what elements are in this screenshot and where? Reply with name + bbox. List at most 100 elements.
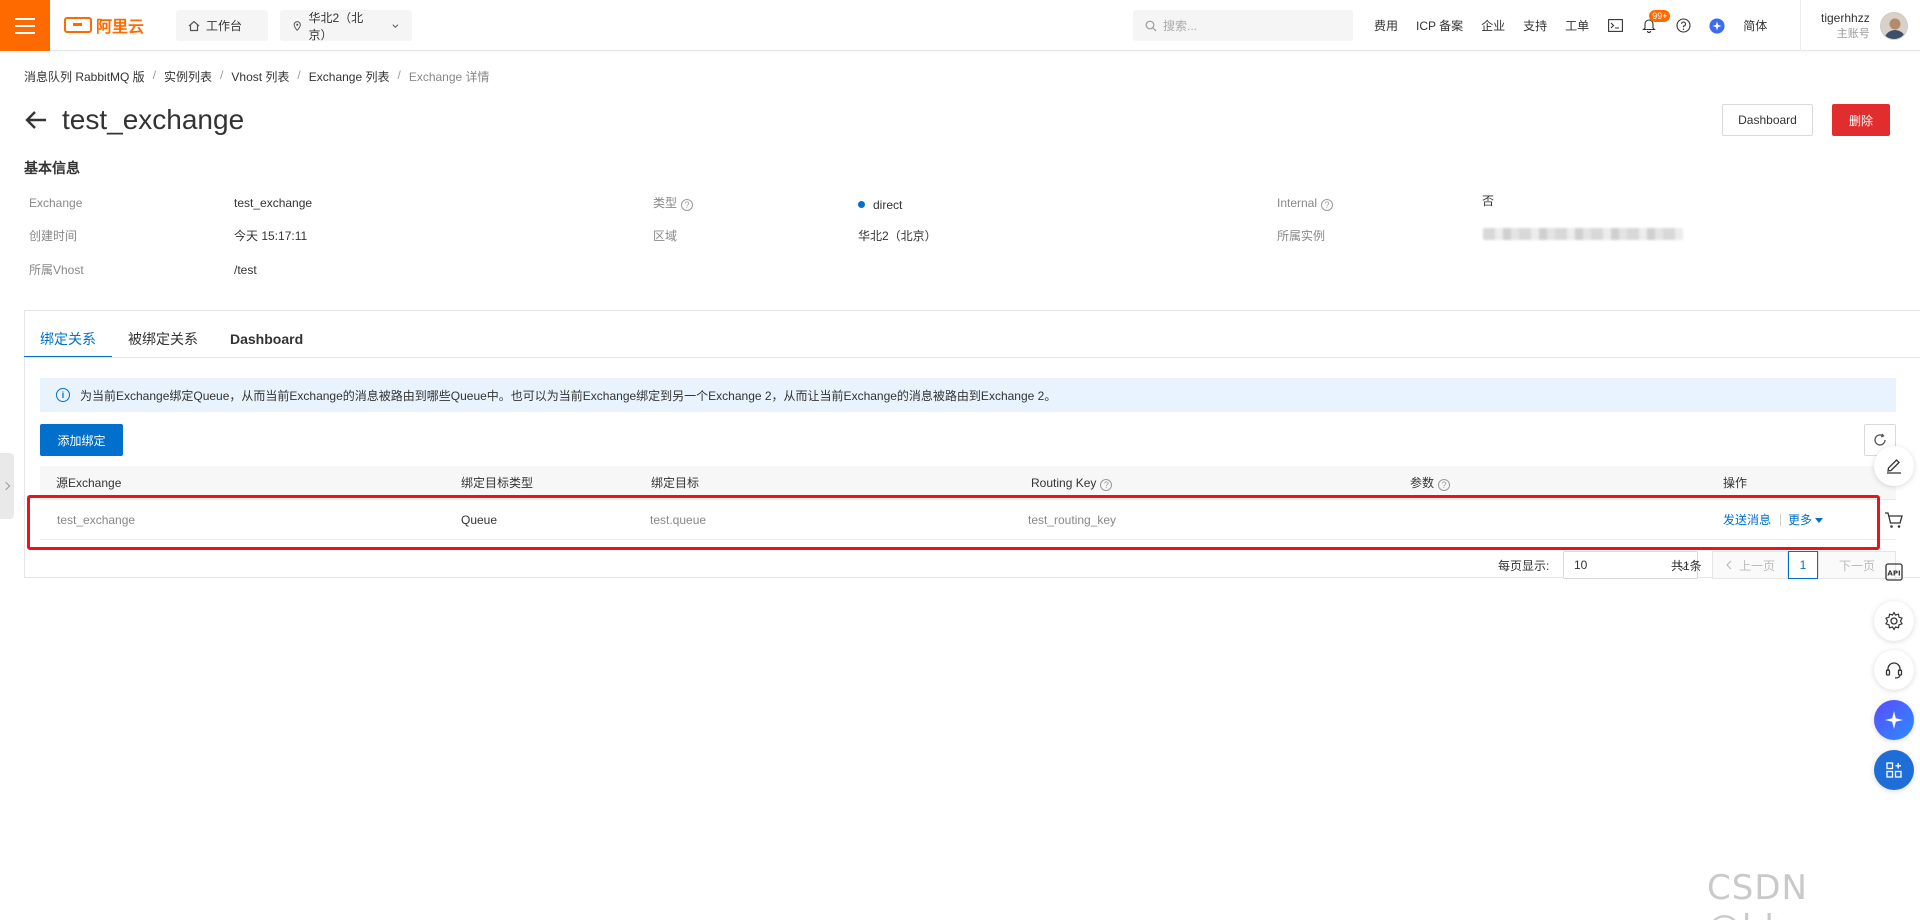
current-page-button[interactable]: 1 (1788, 551, 1818, 579)
send-message-link[interactable]: 发送消息 (1723, 500, 1771, 540)
info-internal-value: 否 (1482, 194, 1495, 208)
region-selector[interactable]: 华北2（北京） (280, 10, 412, 42)
prev-page-label: 上一页 (1738, 558, 1775, 573)
breadcrumb-separator: / (297, 68, 301, 82)
breadcrumb-item-current: Exchange 详情 (408, 70, 490, 84)
info-exchange-label: Exchange (29, 196, 83, 210)
hamburger-menu-button[interactable] (0, 0, 50, 51)
alert-text: 为当前Exchange绑定Queue，从而当前Exchange的消息被路由到哪些… (80, 388, 1057, 403)
info-region-label: 区域 (653, 229, 678, 243)
dashboard-button[interactable]: Dashboard (1722, 104, 1813, 136)
aliyun-logo[interactable]: 阿里云 (64, 14, 144, 36)
help-icon[interactable] (1675, 18, 1691, 34)
search-placeholder: 搜索... (1163, 19, 1198, 33)
menu-icon-line (15, 31, 35, 34)
user-info: tigerhhzz 主账号 (1821, 10, 1870, 42)
next-page-label: 下一页 (1838, 558, 1875, 573)
nav-link-ticket[interactable]: 工单 (1565, 17, 1589, 34)
table-header: 源Exchange 绑定目标类型 绑定目标 Routing Key? 参数? 操… (40, 466, 1896, 500)
headset-icon (1885, 662, 1903, 679)
edit-icon (1887, 459, 1901, 474)
settings-button[interactable] (1874, 601, 1914, 641)
location-pin-icon (293, 20, 301, 31)
breadcrumb-separator: / (220, 68, 224, 82)
cell-routing-key: test_routing_key (1028, 513, 1117, 527)
info-created-value: 今天 15:17:11 (234, 229, 308, 243)
svg-text:API: API (1887, 570, 1900, 578)
column-header-actions: 操作 (1723, 476, 1748, 490)
user-account-menu[interactable]: tigerhhzz 主账号 (1800, 0, 1908, 51)
user-role: 主账号 (1836, 27, 1870, 40)
nav-link-icp[interactable]: ICP 备案 (1416, 17, 1463, 34)
feedback-edit-button[interactable] (1874, 446, 1914, 486)
prev-page-button[interactable]: 上一页 (1712, 551, 1788, 579)
nav-link-billing[interactable]: 费用 (1374, 17, 1398, 34)
notification-bell-icon[interactable]: 99+ (1641, 9, 1671, 34)
caret-down-icon (1815, 518, 1824, 523)
tab-divider (24, 357, 1920, 358)
app-grid-button[interactable] (1874, 750, 1914, 790)
nav-link-enterprise[interactable]: 企业 (1481, 17, 1505, 34)
info-vhost-label: 所属Vhost (29, 263, 84, 277)
delete-button[interactable]: 删除 (1832, 104, 1890, 136)
instance-id-redacted (1483, 228, 1683, 240)
info-instance-label: 所属实例 (1277, 229, 1326, 243)
column-header-target: 绑定目标 (651, 476, 700, 490)
help-tooltip-icon[interactable]: ? (1321, 199, 1334, 211)
workbench-button[interactable]: 工作台 (176, 10, 268, 41)
column-header-routing-key: Routing Key? (1031, 466, 1113, 500)
language-switch[interactable]: 简体 (1743, 17, 1767, 34)
breadcrumb-item-rabbitmq[interactable]: 消息队列 RabbitMQ 版 (24, 68, 145, 85)
help-tooltip-icon[interactable]: ? (681, 199, 694, 211)
terminal-icon[interactable] (1607, 18, 1623, 34)
info-icon: i (56, 388, 70, 402)
breadcrumb-item-exchanges[interactable]: Exchange 列表 (309, 68, 390, 85)
menu-icon-line (15, 17, 35, 20)
page-title: test_exchange (62, 104, 245, 135)
tab-bindings[interactable]: 绑定关系 (24, 324, 112, 358)
total-count: 共1条 (1671, 558, 1702, 573)
ai-assistant-icon[interactable] (1709, 17, 1725, 34)
info-vhost-value: /test (234, 263, 257, 277)
watermark-text: CSDN @hhzz (1707, 868, 1824, 920)
chevron-down-icon (392, 23, 399, 28)
customer-service-button[interactable] (1874, 650, 1914, 690)
help-tooltip-icon[interactable]: ? (1438, 479, 1451, 491)
back-arrow-icon[interactable] (24, 107, 50, 133)
info-exchange-value: test_exchange (234, 196, 313, 210)
column-header-target-type: 绑定目标类型 (461, 476, 534, 490)
breadcrumb-separator: / (397, 68, 401, 82)
cart-button[interactable] (1874, 500, 1914, 540)
cell-target: test.queue (650, 513, 707, 527)
column-header-source: 源Exchange (56, 476, 122, 490)
menu-icon-line (15, 24, 35, 27)
info-type-label: 类型? (653, 193, 694, 213)
aliyun-logo-icon (64, 17, 92, 33)
api-icon: API (1885, 563, 1903, 581)
notification-badge: 99+ (1649, 9, 1671, 22)
avatar (1879, 11, 1908, 40)
page-header: test_exchange (24, 104, 244, 136)
add-binding-button[interactable]: 添加绑定 (40, 424, 123, 456)
breadcrumb-separator: / (152, 68, 157, 82)
grid-icon (1886, 762, 1902, 778)
breadcrumb-item-vhosts[interactable]: Vhost 列表 (231, 68, 289, 85)
breadcrumb: 消息队列 RabbitMQ 版 / 实例列表 / Vhost 列表 / Exch… (24, 68, 490, 85)
sidebar-expand-handle[interactable] (0, 453, 14, 519)
action-separator (1780, 514, 1781, 526)
breadcrumb-item-instances[interactable]: 实例列表 (164, 68, 212, 85)
tab-dashboard[interactable]: Dashboard (214, 324, 319, 358)
tab-bound-by[interactable]: 被绑定关系 (112, 324, 214, 358)
help-tooltip-icon[interactable]: ? (1100, 479, 1113, 491)
ai-assistant-float-button[interactable] (1874, 700, 1914, 740)
chevron-left-icon (1726, 560, 1732, 570)
info-alert: i 为当前Exchange绑定Queue，从而当前Exchange的消息被路由到… (40, 378, 1896, 412)
page-size-value: 10 (1574, 558, 1588, 572)
cart-icon (1885, 512, 1903, 528)
nav-link-support[interactable]: 支持 (1523, 17, 1547, 34)
cell-target-type: Queue (461, 513, 498, 527)
more-actions-dropdown[interactable]: 更多 (1788, 500, 1824, 540)
global-search-input[interactable]: 搜索... (1133, 10, 1353, 41)
home-icon (188, 20, 200, 31)
api-explorer-button[interactable]: API (1874, 552, 1914, 592)
